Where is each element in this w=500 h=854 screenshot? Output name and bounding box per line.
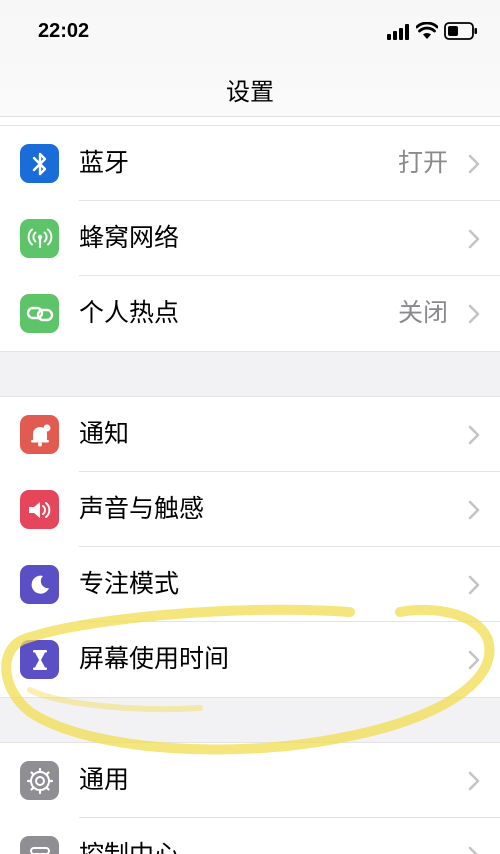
settings-row-sounds[interactable]: 声音与触感 [0,472,500,547]
group-separator [0,697,500,743]
chevron-right-icon [468,771,480,791]
bluetooth-icon [20,144,59,183]
chevron-right-icon [468,575,480,595]
row-label: 屏幕使用时间 [79,644,230,673]
row-value: 关闭 [397,298,448,327]
row-label: 声音与触感 [79,494,205,523]
cellular-icon [20,219,59,258]
group-separator [0,117,500,126]
settings-row-focus[interactable]: 专注模式 [0,547,500,622]
page-title: 设置 [226,78,274,106]
hourglass-icon [20,640,59,679]
settings-row-cellular[interactable]: 蜂窝网络 [0,201,500,276]
wifi-icon [416,22,438,39]
chevron-right-icon [468,650,480,670]
chevron-right-icon [468,229,480,249]
row-label: 蓝牙 [79,148,130,177]
row-label: 控制中心 [79,838,179,854]
settings-row-notifications[interactable]: 通知 [0,397,500,472]
row-value: 打开 [397,148,448,177]
battery-icon [444,22,477,40]
group-separator [0,351,500,397]
row-label: 通知 [79,419,130,448]
gear-icon [20,761,59,800]
status-time: 22:02 [38,20,90,42]
notification-icon [20,415,59,454]
chevron-right-icon [468,425,480,445]
settings-row-bluetooth[interactable]: 蓝牙 打开 [0,126,500,201]
hotspot-icon [20,294,59,333]
chevron-right-icon [468,500,480,520]
settings-row-screen-time[interactable]: 屏幕使用时间 [0,622,500,697]
control-center-icon [20,836,59,854]
row-label: 通用 [79,765,130,794]
settings-row-general[interactable]: 通用 [0,743,500,818]
row-label: 蜂窝网络 [79,223,180,252]
header: 22:02 设置 [0,0,500,117]
settings-row-control-center[interactable]: 控制中心 [0,818,500,854]
row-label: 个人热点 [79,298,180,327]
signal-icon [387,24,409,40]
sound-icon [20,490,59,529]
settings-row-hotspot[interactable]: 个人热点 关闭 [0,276,500,351]
chevron-right-icon [468,154,480,174]
moon-icon [20,565,59,604]
chevron-right-icon [468,846,478,854]
chevron-right-icon [468,304,480,324]
status-bar: 22:02 [0,0,500,60]
row-label: 专注模式 [79,569,180,598]
